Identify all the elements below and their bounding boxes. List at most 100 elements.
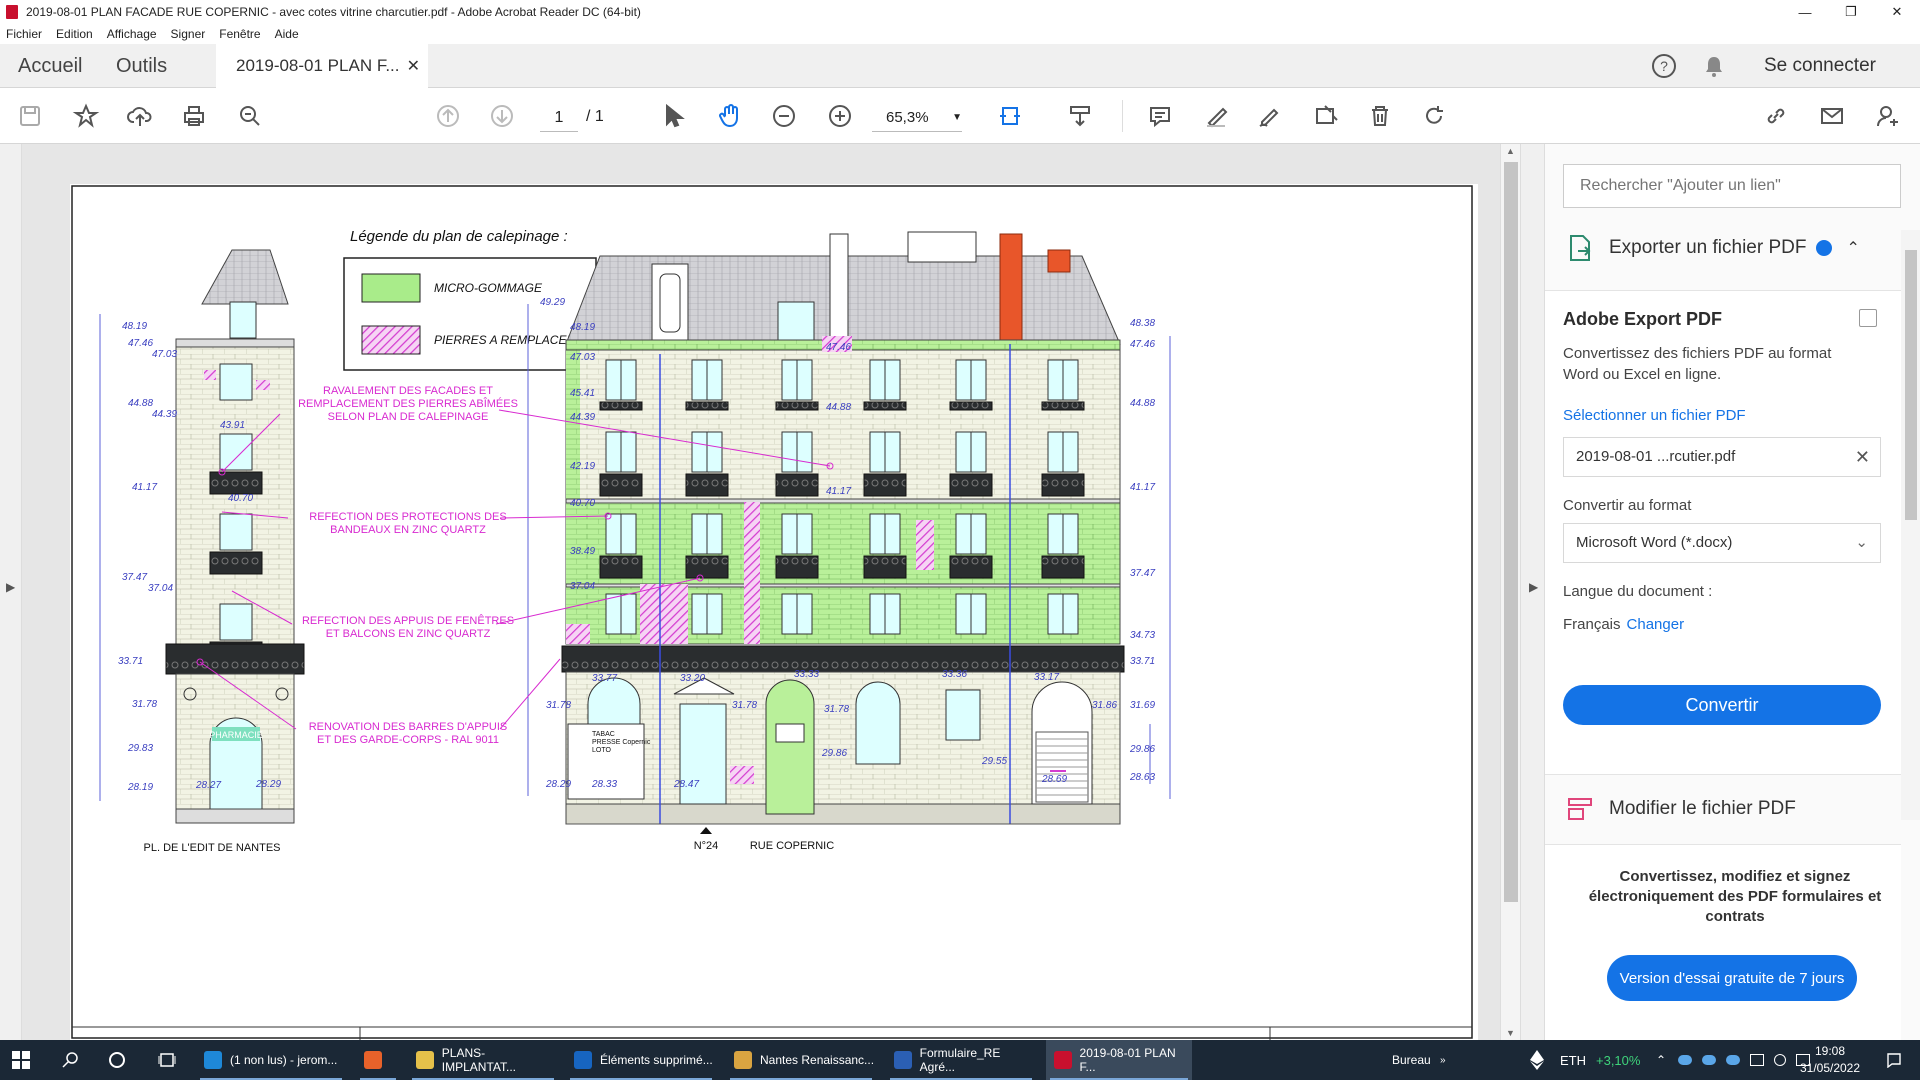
- tab-tools[interactable]: Outils: [116, 44, 167, 88]
- taskbar-app[interactable]: [356, 1040, 400, 1080]
- tools-pane-scrollbar[interactable]: [1901, 230, 1920, 820]
- next-page-icon[interactable]: [486, 100, 518, 132]
- menu-edition[interactable]: Edition: [56, 27, 93, 41]
- chevron-up-icon[interactable]: ⌃: [1846, 238, 1859, 258]
- level-label-left: 44.88: [128, 398, 153, 409]
- taskbar-app[interactable]: Nantes Renaissanc...: [726, 1040, 876, 1080]
- side-balcony: [209, 551, 263, 575]
- close-window-button[interactable]: ✕: [1874, 0, 1920, 24]
- menu-aide[interactable]: Aide: [275, 27, 299, 41]
- window-balcony: [685, 473, 729, 497]
- select-pdf-link[interactable]: Sélectionner un fichier PDF: [1563, 407, 1746, 424]
- menu-affichage[interactable]: Affichage: [107, 27, 157, 41]
- page-number-input[interactable]: 1: [540, 104, 578, 132]
- tools-pane-scroll-thumb[interactable]: [1905, 250, 1917, 520]
- right-pane-toggle[interactable]: ▶: [1520, 144, 1544, 1040]
- taskbar-app-label: (1 non lus) - jerom...: [230, 1053, 338, 1067]
- clock-time: 19:08: [1814, 1044, 1846, 1058]
- chevron-down-icon: ▼: [952, 112, 962, 123]
- convert-button[interactable]: Convertir: [1563, 685, 1881, 725]
- comment-icon[interactable]: [1144, 100, 1176, 132]
- fit-page-icon[interactable]: [994, 100, 1026, 132]
- scroll-down-arrow-icon[interactable]: ▼: [1506, 1028, 1515, 1038]
- save-icon[interactable]: [14, 100, 46, 132]
- scroll-mode-icon[interactable]: [1064, 100, 1096, 132]
- format-select[interactable]: Microsoft Word (*.docx) ⌄: [1563, 523, 1881, 563]
- change-language-link[interactable]: Changer: [1627, 616, 1685, 633]
- print-icon[interactable]: [178, 100, 210, 132]
- notification-bell-icon[interactable]: [1702, 44, 1726, 88]
- sign-in-link[interactable]: Se connecter: [1764, 44, 1876, 88]
- annotation-text: REMPLACEMENT DES PIERRES ABÎMÉES: [298, 397, 518, 410]
- onedrive-icon[interactable]: [1678, 1055, 1692, 1065]
- start-button[interactable]: [12, 1040, 30, 1080]
- taskbar-app[interactable]: 2019-08-01 PLAN F...: [1046, 1040, 1192, 1080]
- sign-pen-icon[interactable]: [1254, 100, 1286, 132]
- taskbar-app[interactable]: PLANS-IMPLANTAT...: [408, 1040, 558, 1080]
- tools-search-input[interactable]: [1563, 164, 1901, 208]
- zoom-out-icon[interactable]: [768, 100, 800, 132]
- taskbar-app[interactable]: Éléments supprimé...: [566, 1040, 716, 1080]
- minimize-button[interactable]: ―: [1782, 0, 1828, 24]
- maximize-button[interactable]: ❐: [1828, 0, 1874, 24]
- title-bar: 2019-08-01 PLAN FACADE RUE COPERNIC - av…: [0, 0, 1920, 24]
- window-balcony: [863, 401, 907, 411]
- level-label-main: 47.03: [570, 352, 595, 363]
- copy-icon[interactable]: [1859, 309, 1877, 327]
- star-icon[interactable]: [70, 100, 102, 132]
- level-label-left: 29.83: [127, 743, 153, 754]
- scroll-up-arrow-icon[interactable]: ▲: [1506, 146, 1515, 156]
- task-view-icon[interactable]: [158, 1040, 176, 1080]
- email-icon[interactable]: [1816, 100, 1848, 132]
- tab-home[interactable]: Accueil: [18, 44, 82, 88]
- selected-file-field[interactable]: 2019-08-01 ...rcutier.pdf ✕: [1563, 437, 1881, 477]
- level-label-right: 44.88: [1130, 398, 1155, 409]
- stamp-icon[interactable]: [1310, 100, 1342, 132]
- free-trial-button[interactable]: Version d'essai gratuite de 7 jours: [1607, 955, 1857, 1001]
- zoom-select[interactable]: 65,3% ▼: [872, 104, 962, 132]
- window-balcony: [775, 555, 819, 579]
- export-pdf-section[interactable]: Exporter un fichier PDF ⌃: [1565, 228, 1860, 268]
- cortana-icon[interactable]: [108, 1040, 126, 1080]
- show-hidden-icons[interactable]: ⌃: [1656, 1040, 1666, 1080]
- scroll-thumb[interactable]: [1504, 162, 1518, 902]
- onedrive-business-icon[interactable]: [1702, 1055, 1716, 1065]
- notifications-icon[interactable]: [1886, 1040, 1902, 1080]
- clock[interactable]: 19:08 31/05/2022: [1790, 1043, 1870, 1077]
- level-label-left: 44.39: [152, 409, 177, 420]
- taskbar-app[interactable]: Formulaire_RE Agré...: [886, 1040, 1036, 1080]
- rotate-icon[interactable]: [1418, 100, 1450, 132]
- level-label: 33.17: [1034, 672, 1059, 683]
- desktop-toolbar[interactable]: Bureau: [1392, 1040, 1431, 1080]
- menu-fichier[interactable]: Fichier: [6, 27, 42, 41]
- help-icon[interactable]: ?: [1650, 44, 1678, 88]
- level-label: 28.33: [591, 779, 617, 790]
- cloud-sync-icon[interactable]: [1726, 1055, 1740, 1065]
- network-icon[interactable]: [1750, 1054, 1764, 1066]
- annotation-text: REFECTION DES APPUIS DE FENÊTRES: [302, 614, 514, 627]
- zoom-in-icon[interactable]: [824, 100, 856, 132]
- modify-pdf-section[interactable]: Modifier le fichier PDF: [1565, 794, 1796, 824]
- tab-document[interactable]: 2019-08-01 PLAN F... ✕: [216, 44, 428, 88]
- previous-page-icon[interactable]: [432, 100, 464, 132]
- clear-file-icon[interactable]: ✕: [1855, 438, 1870, 476]
- document-scrollbar[interactable]: ▲ ▼: [1500, 144, 1520, 1040]
- search-icon[interactable]: [234, 100, 266, 132]
- share-link-icon[interactable]: [1760, 100, 1792, 132]
- volume-icon[interactable]: [1774, 1054, 1786, 1066]
- menu-fenetre[interactable]: Fenêtre: [219, 27, 260, 41]
- hand-tool-icon[interactable]: [714, 100, 746, 132]
- add-user-icon[interactable]: [1872, 100, 1904, 132]
- menu-signer[interactable]: Signer: [171, 27, 206, 41]
- highlight-pen-icon[interactable]: [1200, 100, 1232, 132]
- search-icon[interactable]: [62, 1040, 80, 1080]
- left-pane-toggle[interactable]: ▶: [0, 144, 22, 1040]
- select-cursor-icon[interactable]: [656, 100, 688, 132]
- taskbar-app[interactable]: (1 non lus) - jerom...: [196, 1040, 346, 1080]
- delete-icon[interactable]: [1364, 100, 1396, 132]
- close-tab-icon[interactable]: ✕: [407, 56, 420, 76]
- cloud-upload-icon[interactable]: [124, 100, 156, 132]
- toolbar-expand-icon[interactable]: »: [1440, 1040, 1446, 1080]
- pharmacie-sign: PHARMACIE: [209, 730, 263, 740]
- document-viewport[interactable]: Légende du plan de calepinage : MICRO-GO…: [22, 144, 1500, 1040]
